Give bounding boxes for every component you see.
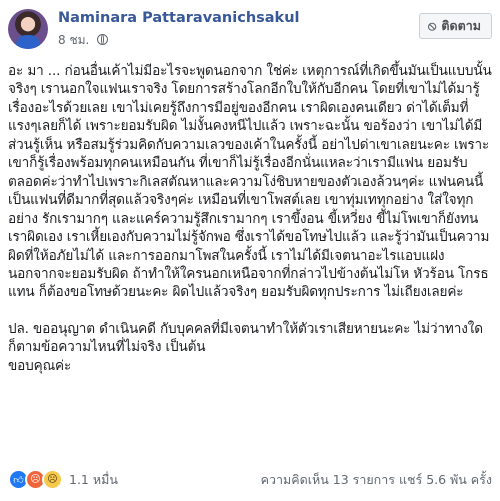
author-name[interactable]: Naminara Pattaravanichsakul [58, 10, 300, 26]
globe-icon [97, 34, 109, 45]
post-footer: 👍︎ ☹ ☹ 1.1 หมื่น ความคิดเห็น 13 รายการ แ… [8, 466, 492, 490]
facebook-post: Naminara Pattaravanichsakul 8 ชม. ⦸ ติดต… [0, 0, 500, 501]
post-time[interactable]: 8 ชม. [58, 33, 89, 47]
reaction-summary[interactable]: 👍︎ ☹ ☹ 1.1 หมื่น [8, 469, 118, 490]
post-text: อะ มา ... ก่อนอื่นเค้าไม่มีอะไรจะพูดนอกจ… [8, 62, 492, 375]
rss-icon: ⦸ [427, 18, 437, 34]
engagement-counts: ความคิดเห็น 13 รายการ แชร์ 5.6 พัน ครั้ง [261, 470, 492, 490]
sad-icon: ☹ [42, 469, 63, 490]
post-meta: 8 ชม. [58, 31, 109, 50]
follow-label: ติดตาม [441, 18, 481, 33]
follow-button[interactable]: ⦸ ติดตาม [418, 13, 492, 39]
reaction-count[interactable]: 1.1 หมื่น [69, 470, 118, 490]
comment-count[interactable]: ความคิดเห็น 13 รายการ [261, 472, 395, 487]
share-count[interactable]: แชร์ 5.6 พัน ครั้ง [399, 472, 492, 487]
post-header: Naminara Pattaravanichsakul 8 ชม. ⦸ ติดต… [8, 7, 492, 51]
post-paragraph: อะ มา ... ก่อนอื่นเค้าไม่มีอะไรจะพูดนอกจ… [8, 63, 492, 301]
post-paragraph: ขอบคุณค่ะ [8, 357, 72, 374]
post-paragraph: ปล. ขออนุญาต ดำเนินคดี กับบุคคลที่มีเจตน… [8, 320, 483, 356]
avatar[interactable] [8, 9, 48, 49]
